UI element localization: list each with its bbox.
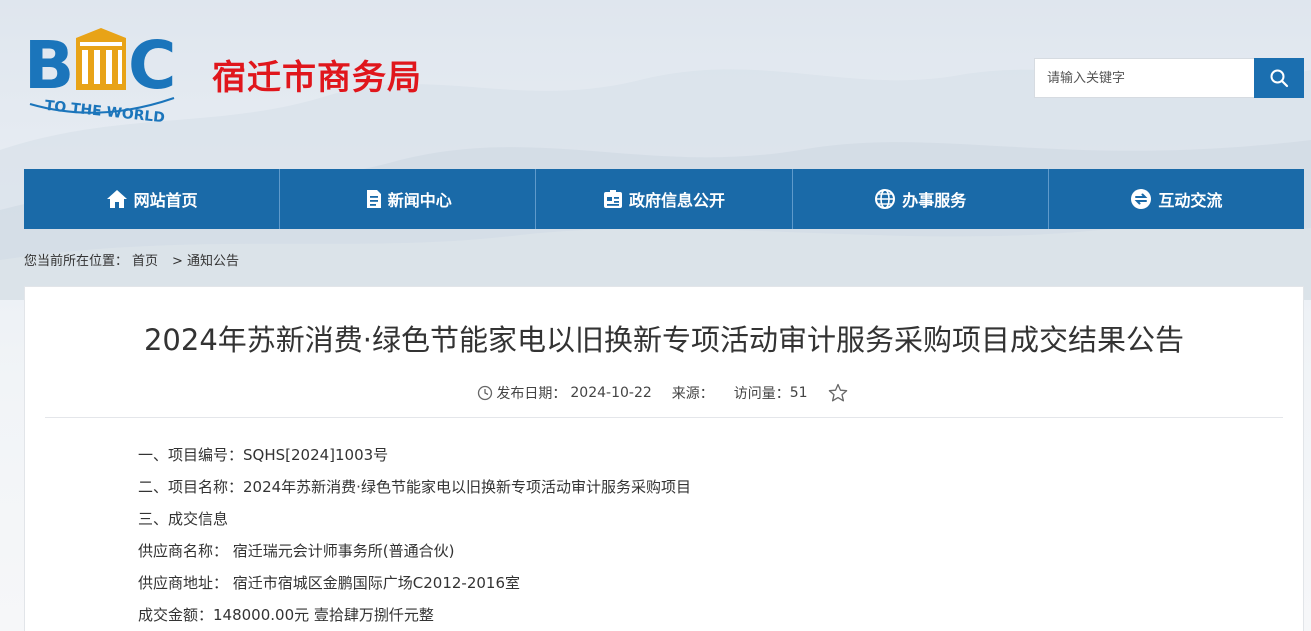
- search-icon: [1270, 69, 1289, 88]
- nav-item-news[interactable]: 新闻中心: [280, 169, 537, 229]
- article-line: 成交金额：148000.00元 壹拾肆万捌仟元整: [138, 606, 434, 624]
- nav-label: 网站首页: [133, 191, 198, 210]
- exchange-icon: [1131, 189, 1152, 209]
- nav-item-interaction[interactable]: 互动交流: [1049, 169, 1304, 229]
- nav-label: 新闻中心: [387, 191, 452, 210]
- views-label: 访问量：: [733, 386, 790, 402]
- breadcrumb-prefix: 您当前所在位置：: [24, 254, 129, 269]
- article-line: 三、成交信息: [138, 510, 229, 528]
- star-icon: [828, 383, 847, 402]
- main-nav: 网站首页 新闻中心 政府信息公开 办事服务 互动交流: [24, 169, 1304, 229]
- breadcrumb: 您当前所在位置： 首页 > 通知公告: [24, 250, 243, 269]
- nav-item-gov-info[interactable]: 政府信息公开: [536, 169, 793, 229]
- search-input[interactable]: [1034, 58, 1255, 98]
- article-line: 供应商名称： 宿迁瑞元会计师事务所(普通合伙): [138, 542, 455, 560]
- source-label: 来源：: [671, 386, 714, 402]
- site-title: 宿迁市商务局: [212, 58, 422, 98]
- breadcrumb-home-link[interactable]: 首页: [132, 254, 158, 269]
- home-icon: [106, 190, 127, 208]
- nav-item-services[interactable]: 办事服务: [793, 169, 1049, 229]
- views-count: 51: [789, 385, 808, 401]
- nav-label: 政府信息公开: [629, 191, 726, 210]
- news-icon: [366, 190, 381, 208]
- article-line: 二、项目名称：2024年苏新消费·绿色节能家电以旧换新专项活动审计服务采购项目: [138, 478, 691, 496]
- breadcrumb-separator: >: [172, 254, 183, 269]
- publish-date: 2024-10-22: [570, 385, 652, 401]
- logo-building-icon: [76, 28, 126, 90]
- nav-label: 互动交流: [1158, 191, 1223, 210]
- gov-info-icon: [604, 190, 622, 208]
- svg-text:C: C: [128, 27, 176, 104]
- article-body: 一、项目编号：SQHS[2024]1003号 二、项目名称：2024年苏新消费·…: [138, 443, 691, 631]
- bmc-logo[interactable]: B C TO THE WORLD: [24, 26, 199, 126]
- search-button[interactable]: [1254, 58, 1304, 98]
- svg-text:B: B: [24, 27, 74, 104]
- article-line: 供应商地址： 宿迁市宿城区金鹏国际广场C2012-2016室: [138, 574, 521, 592]
- nav-label: 办事服务: [902, 191, 967, 210]
- clock-icon: [478, 385, 493, 401]
- views-meta: 访问量： 51: [734, 383, 808, 403]
- source-meta: 来源：: [672, 383, 714, 403]
- article-title: 2024年苏新消费·绿色节能家电以旧换新专项活动审计服务采购项目成交结果公告: [143, 323, 1185, 357]
- article-panel: 2024年苏新消费·绿色节能家电以旧换新专项活动审计服务采购项目成交结果公告 发…: [24, 286, 1304, 631]
- favorite-button[interactable]: [828, 383, 851, 403]
- globe-icon: [875, 189, 896, 209]
- breadcrumb-notice-link[interactable]: 通知公告: [187, 254, 239, 269]
- divider: [45, 417, 1283, 418]
- article-line: 一、项目编号：SQHS[2024]1003号: [138, 446, 389, 464]
- nav-item-home[interactable]: 网站首页: [24, 169, 281, 229]
- publish-date-meta: 发布日期： 2024-10-22: [477, 383, 652, 403]
- site-header: B C TO THE WORLD 宿迁市商务局: [0, 0, 1311, 170]
- article-meta: 发布日期： 2024-10-22 来源： 访问量： 51: [25, 383, 1303, 403]
- publish-label: 发布日期：: [496, 386, 567, 402]
